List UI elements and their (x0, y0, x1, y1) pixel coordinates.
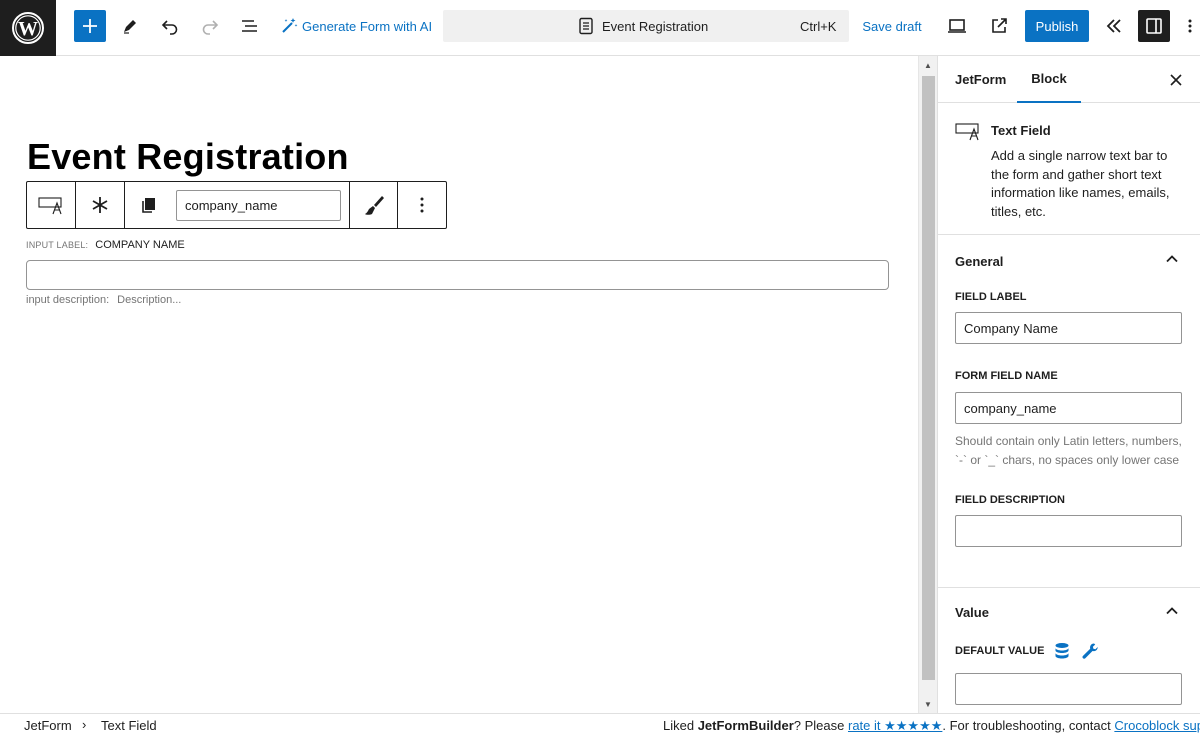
form-field-name-help: Should contain only Latin letters, numbe… (955, 434, 1182, 467)
input-description-value[interactable]: Description... (117, 294, 181, 306)
tab-block[interactable]: Block (1017, 56, 1081, 103)
external-link-icon (992, 18, 1007, 33)
tools-button[interactable] (114, 10, 146, 42)
document-overview-button[interactable] (234, 10, 266, 42)
panel-general-title: General (955, 253, 1004, 269)
pencil-icon (124, 20, 136, 34)
text-field-icon (955, 123, 979, 141)
undo-icon (161, 20, 178, 35)
block-options-button[interactable] (398, 182, 446, 228)
canvas-scrollbar[interactable]: ▲ ▼ (918, 56, 937, 713)
add-block-button[interactable] (74, 10, 106, 42)
field-label-title: FIELD LABEL (955, 291, 1027, 303)
collapse-icon (1106, 19, 1121, 33)
field-label-input[interactable]: Company Name (955, 312, 1182, 344)
field-description-row: input description: Description... (26, 294, 181, 306)
form-field-name-title: FORM FIELD NAME (955, 370, 1058, 382)
asterisk-icon (92, 197, 108, 213)
block-card-title: Text Field (991, 123, 1051, 138)
editor-footer: JetForm › Text Field Liked JetFormBuilde… (0, 713, 1200, 734)
field-name-group: company_name (125, 182, 349, 228)
breadcrumb-separator-icon: › (82, 717, 87, 732)
plus-icon (83, 19, 97, 33)
more-vertical-icon (420, 197, 424, 213)
panel-value-title: Value (955, 605, 989, 620)
view-button[interactable] (941, 10, 973, 42)
field-description-input[interactable] (955, 515, 1182, 547)
default-value-row: DEFAULT VALUE (955, 642, 1100, 660)
field-name-input[interactable]: company_name (176, 189, 341, 221)
panel-value-toggle[interactable]: Value (938, 587, 1200, 637)
command-shortcut: Ctrl+K (800, 18, 837, 34)
editor-canvas: Event Registration company_name INPUT LA… (0, 56, 918, 713)
generate-form-ai-label: Generate Form with AI (302, 18, 433, 34)
list-view-icon (242, 20, 257, 32)
style-brush-button[interactable] (349, 182, 398, 228)
block-card-icon (955, 121, 981, 144)
required-toggle-button[interactable] (76, 182, 125, 228)
breadcrumb-jetform[interactable]: JetForm (24, 718, 72, 733)
copy-icon (142, 198, 155, 213)
generate-form-ai-button[interactable]: Generate Form with AI (280, 10, 435, 42)
view-post-button[interactable] (983, 10, 1015, 42)
collapse-toolbar-button[interactable] (1098, 10, 1130, 42)
options-button[interactable] (1188, 10, 1200, 42)
undo-button[interactable] (154, 10, 186, 42)
scroll-down-arrow[interactable]: ▼ (924, 700, 932, 709)
sidebar-toggle-icon (1146, 18, 1162, 34)
redo-icon (202, 20, 219, 35)
ai-wand-icon (282, 18, 298, 33)
crocoblock-support-link[interactable]: Crocoblock support (1114, 718, 1200, 733)
panel-general-toggle[interactable]: General (938, 236, 1200, 286)
form-field-name-input[interactable]: company_name (955, 392, 1182, 424)
field-label-row: input label: COMPANY NAME (26, 239, 185, 251)
desktop-view-icon (948, 19, 966, 33)
document-title[interactable]: Event Registration (578, 10, 708, 42)
document-icon (579, 17, 593, 35)
more-vertical-icon (1188, 19, 1192, 33)
block-toolbar: company_name (26, 181, 447, 229)
wordpress-logo-icon: W (12, 12, 44, 44)
settings-sidebar: JetForm Block Text Field Add a single na… (937, 56, 1200, 713)
input-label-value[interactable]: COMPANY NAME (95, 239, 184, 251)
wrench-icon[interactable] (1080, 642, 1100, 660)
default-value-title: DEFAULT VALUE (955, 645, 1045, 657)
chevron-up-icon (1166, 255, 1178, 263)
footer-note: Liked JetFormBuilder? Please rate it ★★★… (663, 718, 1200, 734)
close-icon (1170, 74, 1182, 86)
scrollbar-thumb[interactable] (922, 76, 935, 680)
settings-sidebar-button[interactable] (1138, 10, 1170, 42)
breadcrumb-text-field[interactable]: Text Field (101, 718, 157, 733)
footer-note-mid: ? Please (793, 718, 848, 733)
redo-button[interactable] (194, 10, 226, 42)
footer-note-prefix: Liked (663, 718, 698, 733)
field-description-title: FIELD DESCRIPTION (955, 494, 1066, 506)
copy-field-name-button[interactable] (125, 182, 173, 228)
rate-it-link[interactable]: rate it ★★★★★ (848, 718, 942, 733)
scroll-up-arrow[interactable]: ▲ (924, 61, 932, 70)
chevron-up-icon (1166, 607, 1178, 615)
block-card-description: Add a single narrow text bar to the form… (991, 148, 1170, 219)
input-description-key: input description: (26, 294, 110, 306)
footer-note-brand: JetFormBuilder (697, 718, 794, 733)
tab-jetform[interactable]: JetForm (955, 56, 1006, 103)
document-title-text: Event Registration (602, 18, 709, 34)
footer-note-suffix: . For troubleshooting, contact (942, 718, 1115, 733)
text-field-icon (38, 197, 62, 215)
brush-icon (364, 196, 384, 215)
database-icon[interactable] (1054, 642, 1070, 660)
post-title[interactable]: Event Registration (27, 136, 349, 178)
text-field-preview-input[interactable] (26, 260, 889, 290)
save-draft-button[interactable]: Save draft (860, 10, 924, 42)
block-type-button[interactable] (27, 182, 76, 228)
default-value-input[interactable] (955, 673, 1182, 705)
svg-text:W: W (18, 18, 38, 40)
editor-header: W Generate Form with AI Event Registrati… (0, 0, 1200, 56)
sidebar-tabs: JetForm Block (938, 56, 1200, 103)
publish-button[interactable]: Publish (1025, 10, 1089, 42)
close-sidebar-button[interactable] (1164, 68, 1188, 92)
wordpress-logo[interactable]: W (0, 0, 56, 56)
block-card: Text Field Add a single narrow text bar … (938, 104, 1200, 235)
input-label-key: input label: (26, 240, 89, 250)
